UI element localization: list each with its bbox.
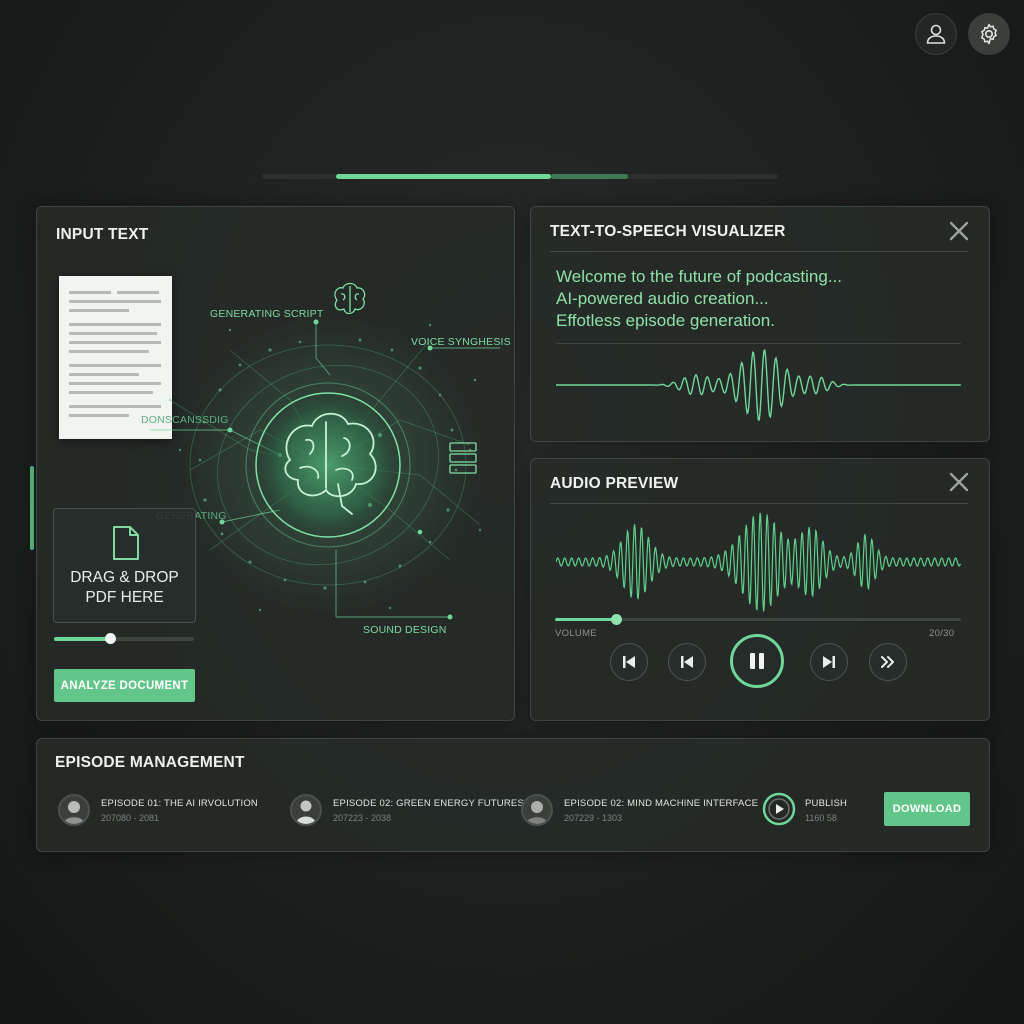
skip-to-start-button[interactable]	[610, 643, 648, 681]
tts-waveform	[556, 349, 961, 421]
file-icon	[113, 526, 139, 560]
time-readout: 20/30	[929, 628, 955, 639]
skip-start-icon	[623, 656, 635, 668]
episode-item-3[interactable]: EPISODE 02: MIND MACHINE INTERFACE 20722…	[521, 794, 759, 828]
play-circle-icon	[762, 792, 796, 826]
close-tts-icon[interactable]	[948, 220, 970, 242]
generation-progress-bar	[262, 174, 778, 179]
publish-label: PUBLISH	[805, 798, 848, 809]
episode-item-2[interactable]: EPISODE 02: GREEN ENERGY FUTURES 207223 …	[290, 794, 524, 828]
episode-title: EPISODE 02: GREEN ENERGY FUTURES	[333, 798, 524, 809]
volume-label: VOLUME	[555, 628, 597, 639]
close-audio-icon[interactable]	[948, 471, 970, 493]
tts-divider	[550, 251, 968, 252]
input-panel-title: INPUT TEXT	[56, 226, 149, 243]
label-processing: DONSCANSSDIG	[141, 414, 229, 426]
next-button[interactable]	[810, 643, 848, 681]
episode-item-1[interactable]: EPISODE 01: THE AI IRVOLUTION 207080 - 2…	[58, 794, 258, 828]
pause-icon	[750, 653, 764, 669]
avatar	[58, 794, 90, 826]
side-accent-bar	[30, 466, 34, 550]
audio-panel-title: AUDIO PREVIEW	[550, 475, 679, 492]
previous-button[interactable]	[668, 643, 706, 681]
avatar	[521, 794, 553, 826]
pause-button[interactable]	[730, 634, 784, 688]
episode-title: EPISODE 02: MIND MACHINE INTERFACE	[564, 798, 759, 809]
drop-zone-line1: DRAG & DROP	[70, 569, 179, 586]
tts-panel-title: TEXT-TO-SPEECH VISUALIZER	[550, 223, 786, 240]
input-slider[interactable]	[54, 633, 194, 644]
publish-item[interactable]: PUBLISH 1160 58	[762, 792, 872, 828]
publish-meta: 1160 58	[805, 813, 837, 823]
audio-divider	[550, 503, 968, 504]
input-slider-knob[interactable]	[105, 633, 116, 644]
tts-line-2: AI-powered audio creation...	[556, 289, 769, 308]
episode-meta: 207229 - 1303	[564, 813, 623, 823]
fast-forward-icon	[881, 656, 894, 668]
download-button[interactable]: DOWNLOAD	[884, 792, 970, 826]
label-generating-script: GENERATING SCRIPT	[210, 308, 324, 320]
pdf-drop-zone[interactable]: DRAG & DROP PDF HERE	[53, 508, 196, 623]
tts-text-divider	[556, 343, 961, 344]
gear-icon	[981, 23, 997, 45]
volume-slider-fill	[555, 618, 616, 621]
user-icon	[926, 24, 946, 44]
avatar	[290, 794, 322, 826]
waveform-line	[556, 512, 961, 612]
profile-button[interactable]	[915, 13, 957, 55]
analyze-document-button[interactable]: ANALYZE DOCUMENT	[54, 669, 195, 702]
progress-buffer	[551, 174, 628, 179]
tts-line-3: Effotless episode generation.	[556, 311, 775, 330]
label-voice-synthesis: VOICE SYNGHESIS	[411, 336, 511, 348]
volume-slider-knob[interactable]	[611, 614, 622, 625]
previous-icon	[681, 656, 693, 668]
waveform-line	[556, 349, 961, 421]
audio-waveform	[556, 512, 961, 612]
episode-meta: 207080 - 2081	[101, 813, 160, 823]
episodes-title: EPISODE MANAGEMENT	[55, 754, 245, 771]
episode-meta: 207223 - 2038	[333, 813, 392, 823]
progress-fill	[336, 174, 551, 179]
input-slider-fill	[54, 637, 110, 641]
next-icon	[823, 656, 835, 668]
drop-zone-line2: PDF HERE	[85, 589, 164, 606]
label-sound-design: SOUND DESIGN	[363, 624, 447, 636]
fast-forward-button[interactable]	[869, 643, 907, 681]
tts-line-1: Welcome to the future of podcasting...	[556, 267, 843, 286]
settings-button[interactable]	[968, 13, 1010, 55]
episode-title: EPISODE 01: THE AI IRVOLUTION	[101, 798, 258, 809]
volume-slider[interactable]	[555, 614, 961, 625]
